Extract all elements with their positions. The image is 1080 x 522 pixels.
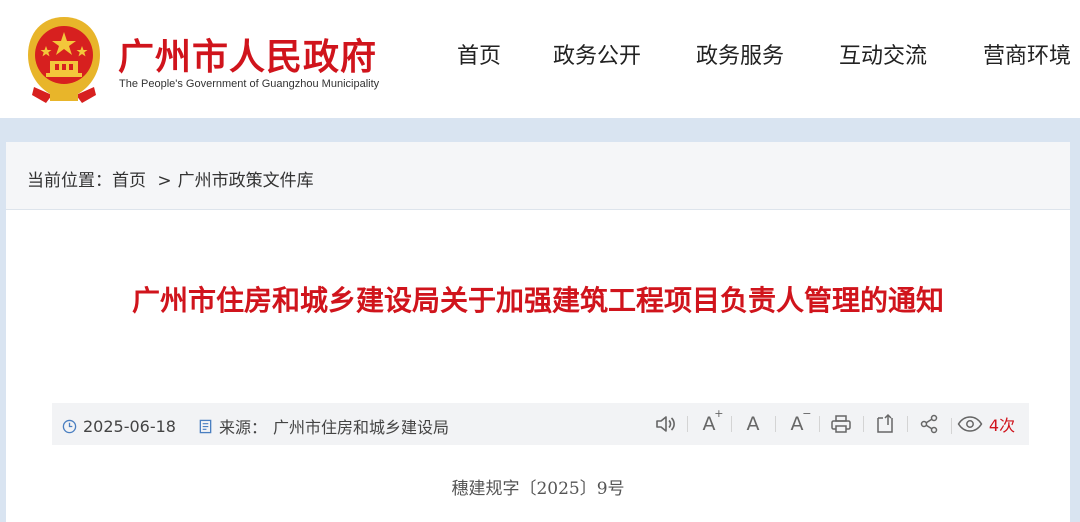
share-icon (920, 414, 938, 434)
print-button[interactable] (819, 410, 863, 438)
breadcrumb-current-link[interactable]: 广州市政策文件库 (178, 171, 314, 191)
nav-gov-services[interactable]: 政务服务 (696, 38, 784, 70)
document-icon (199, 419, 212, 433)
article-source: 广州市住房和城乡建设局 (273, 418, 450, 437)
content-card: 当前位置：首页 > 广州市政策文件库 广州市住房和城乡建设局关于加强建筑工程项目负… (6, 142, 1070, 522)
breadcrumb-bar: 当前位置：首页 > 广州市政策文件库 (6, 142, 1070, 210)
article-meta-info: 2025-06-18 来源： 广州市住房和城乡建设局 (62, 414, 449, 438)
site-title[interactable]: 广州市人民政府 (118, 28, 377, 80)
nav-home[interactable]: 首页 (457, 38, 501, 70)
nav-interaction[interactable]: 互动交流 (839, 38, 927, 70)
site-header: 广州市人民政府 The People's Government of Guang… (0, 0, 1080, 118)
national-emblem-icon (28, 17, 100, 103)
font-reset-button[interactable]: A (731, 410, 775, 438)
breadcrumb-separator: > (157, 171, 172, 191)
article-date: 2025-06-18 (83, 416, 176, 436)
site-subtitle: The People's Government of Guangzhou Mun… (119, 78, 380, 90)
bookmark-button[interactable] (863, 410, 907, 438)
font-decrease-icon: A − (790, 407, 812, 435)
font-increase-button[interactable]: A + (687, 407, 731, 438)
nav-business-environment[interactable]: 营商环境 (983, 38, 1071, 70)
view-counter: 4次 (951, 412, 1021, 436)
article-title: 广州市住房和城乡建设局关于加强建筑工程项目负责人管理的通知 (131, 284, 944, 317)
eye-icon (957, 416, 983, 432)
breadcrumb-home-link[interactable]: 首页 (112, 171, 146, 191)
document-number: 穗建规字〔2025〕9号 (451, 479, 625, 499)
clock-icon (62, 419, 77, 433)
bookmark-icon (877, 413, 893, 433)
font-increase-icon: A + (702, 407, 724, 435)
breadcrumb-prefix: 当前位置： (27, 171, 112, 191)
article-meta-bar: 2025-06-18 来源： 广州市住房和城乡建设局 A + A A − 4次 (52, 403, 1029, 445)
printer-icon (831, 415, 851, 433)
font-decrease-button[interactable]: A − (775, 407, 819, 438)
article-toolbar: A + A A − 4次 (643, 407, 1021, 438)
nav-gov-affairs-public[interactable]: 政务公开 (553, 38, 641, 70)
speaker-icon (656, 416, 675, 432)
breadcrumb: 当前位置：首页 > 广州市政策文件库 (27, 166, 314, 191)
article-source-label: 来源： (218, 418, 267, 437)
view-count: 4次 (988, 416, 1016, 435)
font-reset-icon: A (746, 413, 760, 435)
read-aloud-button[interactable] (643, 410, 687, 438)
share-button[interactable] (907, 410, 951, 438)
